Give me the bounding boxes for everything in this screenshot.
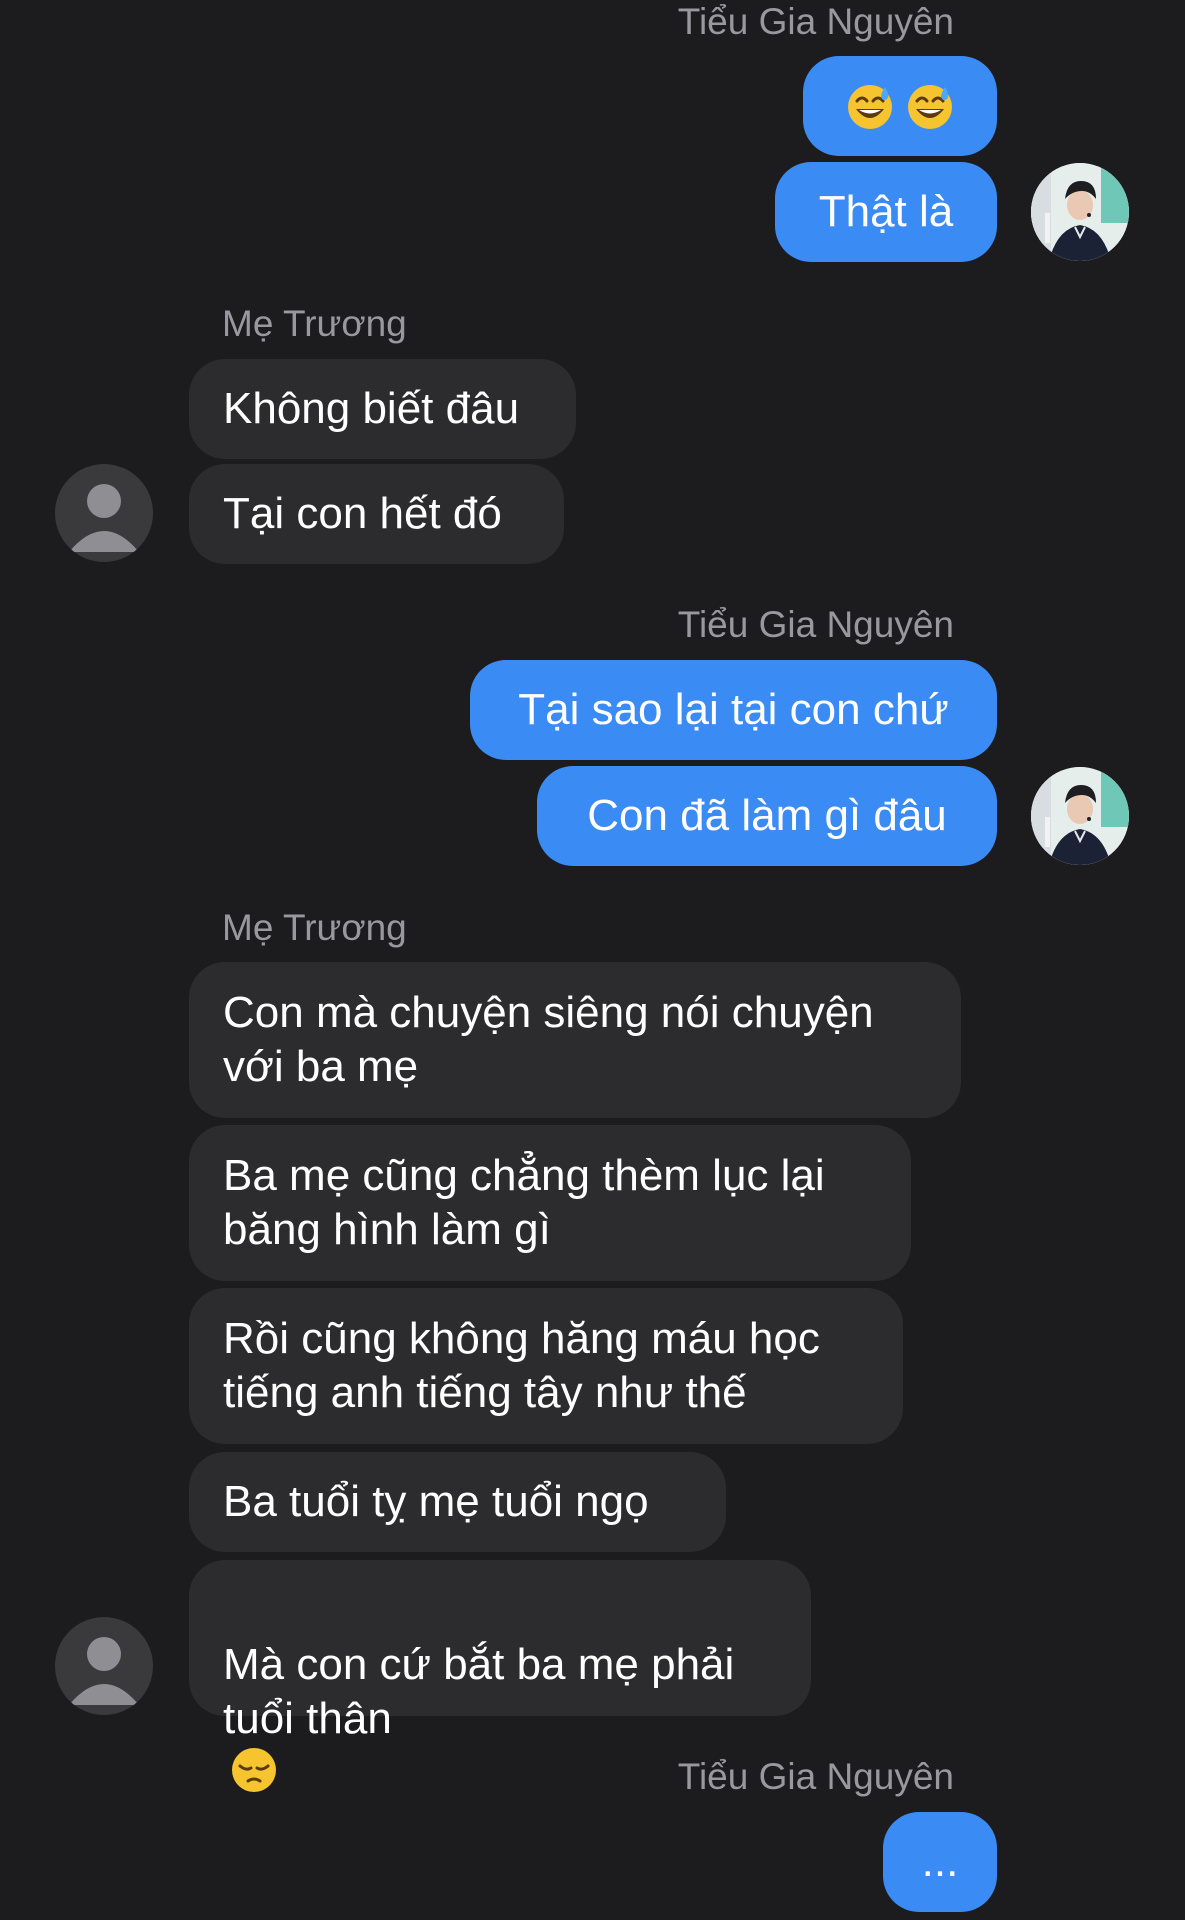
grinning-sweat-emoji-icon [905,81,955,131]
incoming-message[interactable]: Ba tuổi tỵ mẹ tuổi ngọ [189,1452,726,1552]
mother-avatar[interactable] [55,1617,153,1715]
sender-name-mother: Mẹ Trương [222,907,407,948]
incoming-message-text: Mà con cứ bắt ba mẹ phải tuổi thân [223,1640,735,1743]
incoming-message-with-emoji[interactable]: Mà con cứ bắt ba mẹ phải tuổi thân [189,1560,811,1716]
pensive-face-emoji-icon [229,1744,279,1794]
sender-name-self: Tiểu Gia Nguyên [677,1756,954,1797]
outgoing-message[interactable]: Thật là [775,162,997,262]
sender-name-self: Tiểu Gia Nguyên [677,604,954,645]
sender-name-self: Tiểu Gia Nguyên [677,1,954,42]
incoming-message[interactable]: Con mà chuyện siêng nói chuyện với ba mẹ [189,962,961,1118]
grinning-sweat-emoji-icon [845,81,895,131]
outgoing-message[interactable]: Tại sao lại tại con chứ [470,660,997,760]
outgoing-message[interactable]: Con đã làm gì đâu [537,766,997,866]
person-icon [55,464,153,562]
incoming-message[interactable]: Không biết đâu [189,359,576,459]
profile-photo-icon [1031,767,1129,865]
self-avatar[interactable] [1031,767,1129,865]
sender-name-mother: Mẹ Trương [222,303,407,344]
person-icon [55,1617,153,1715]
outgoing-message-emoji[interactable] [803,56,997,156]
mother-avatar[interactable] [55,464,153,562]
outgoing-message[interactable]: ... [883,1812,997,1912]
self-avatar[interactable] [1031,163,1129,261]
incoming-message[interactable]: Tại con hết đó [189,464,564,564]
incoming-message[interactable]: Ba mẹ cũng chẳng thèm lục lại băng hình … [189,1125,911,1281]
profile-photo-icon [1031,163,1129,261]
incoming-message[interactable]: Rồi cũng không hăng máu học tiếng anh ti… [189,1288,903,1444]
